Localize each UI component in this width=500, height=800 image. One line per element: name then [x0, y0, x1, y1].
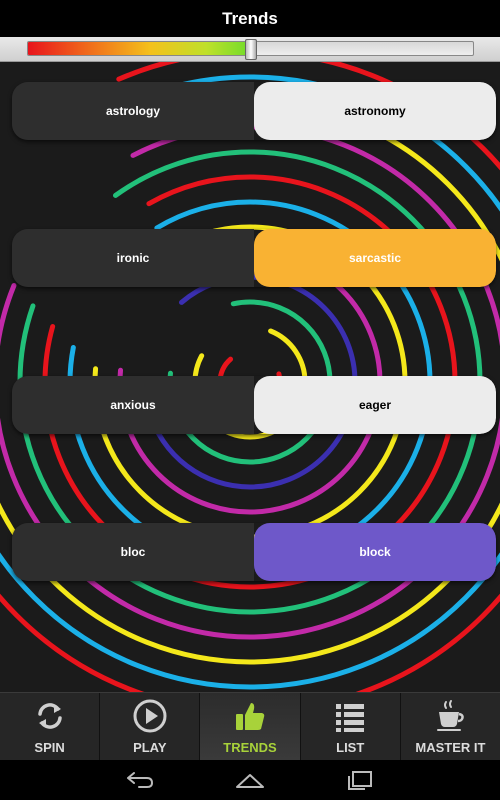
home-icon [236, 774, 264, 788]
play-icon [133, 699, 167, 733]
recents-button[interactable] [340, 766, 380, 794]
back-button[interactable] [120, 766, 160, 794]
bottom-tab-bar: SPIN PLAY TRENDS LIST MASTER IT [0, 692, 500, 760]
word-pair-1: astrology astronomy [12, 82, 496, 140]
word-option-left[interactable]: bloc [12, 523, 254, 581]
tab-play[interactable]: PLAY [100, 693, 201, 760]
tab-label: LIST [336, 740, 365, 755]
system-nav-bar [0, 760, 500, 800]
trend-slider[interactable] [0, 37, 500, 62]
tab-label: MASTER IT [415, 740, 486, 755]
thumbs-up-icon [236, 703, 265, 730]
list-icon [336, 704, 365, 732]
title-bar: Trends [0, 0, 500, 38]
spin-arrows-icon [37, 703, 62, 729]
tab-label: PLAY [133, 740, 167, 755]
word-pair-3: anxious eager [12, 376, 496, 434]
back-arrow-icon [127, 772, 154, 788]
slider-fill [28, 42, 251, 55]
tab-label: TRENDS [223, 740, 277, 755]
word-option-left[interactable]: astrology [12, 82, 254, 140]
home-button[interactable] [230, 766, 270, 794]
tab-trends[interactable]: TRENDS [200, 693, 301, 760]
page-title: Trends [222, 9, 278, 28]
slider-thumb[interactable] [244, 39, 257, 60]
word-option-right[interactable]: block [254, 523, 496, 581]
word-option-left[interactable]: ironic [12, 229, 254, 287]
word-option-right[interactable]: sarcastic [254, 229, 496, 287]
recent-apps-icon [348, 771, 372, 790]
word-option-left[interactable]: anxious [12, 376, 254, 434]
word-option-right[interactable]: eager [254, 376, 496, 434]
word-option-right[interactable]: astronomy [254, 82, 496, 140]
trends-stage: astrology astronomy ironic sarcastic anx… [0, 62, 500, 692]
coffee-cup-icon [437, 700, 465, 731]
word-pair-2: ironic sarcastic [12, 229, 496, 287]
tab-spin[interactable]: SPIN [0, 693, 101, 760]
tab-list[interactable]: LIST [301, 693, 401, 760]
word-pair-4: bloc block [12, 523, 496, 581]
tab-label: SPIN [34, 740, 65, 755]
tab-master-it[interactable]: MASTER IT [401, 693, 500, 760]
